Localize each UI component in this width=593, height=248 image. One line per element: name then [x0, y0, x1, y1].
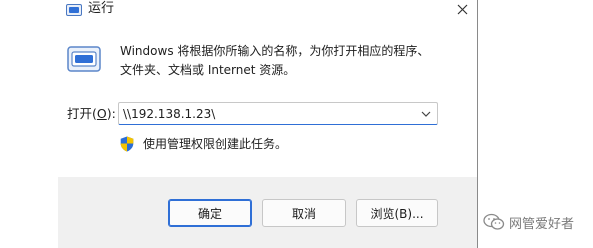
admin-note: 使用管理权限创建此任务。 [143, 137, 288, 151]
open-input[interactable] [123, 104, 413, 123]
open-combobox[interactable] [118, 102, 438, 125]
browse-button[interactable]: 浏览(B)... [356, 199, 438, 227]
cancel-button[interactable]: 取消 [262, 199, 346, 227]
run-dialog-icon [67, 46, 101, 72]
close-icon [457, 4, 467, 14]
open-label-accelerator: O [96, 106, 107, 121]
uac-shield-icon [120, 136, 134, 152]
description: Windows 将根据你所输入的名称，为你打开相应的程序、 文件夹、文档或 In… [120, 42, 460, 80]
window-title: 运行 [88, 1, 115, 16]
open-label-suffix: ): [106, 106, 116, 121]
description-line-1: Windows 将根据你所输入的名称，为你打开相应的程序、 [120, 44, 430, 58]
open-label-prefix: 打开( [67, 106, 97, 121]
watermark-text: 网管爱好者 [509, 216, 575, 232]
wechat-icon [483, 213, 505, 230]
title-bar: 运行 [0, 0, 478, 28]
watermark: 网管爱好者 [483, 208, 574, 236]
chevron-down-icon [421, 111, 431, 117]
run-app-icon [66, 4, 82, 16]
dropdown-button[interactable] [419, 107, 433, 121]
close-button[interactable] [448, 0, 476, 18]
description-line-2: 文件夹、文档或 Internet 资源。 [120, 63, 296, 77]
run-dialog: 运行 Windows 将根据你所输入的名称，为你打开相应的程序、 文件夹、文档或… [0, 0, 478, 248]
open-label: 打开(O): [67, 106, 116, 122]
window-border [477, 0, 478, 248]
ok-button[interactable]: 确定 [168, 199, 252, 227]
